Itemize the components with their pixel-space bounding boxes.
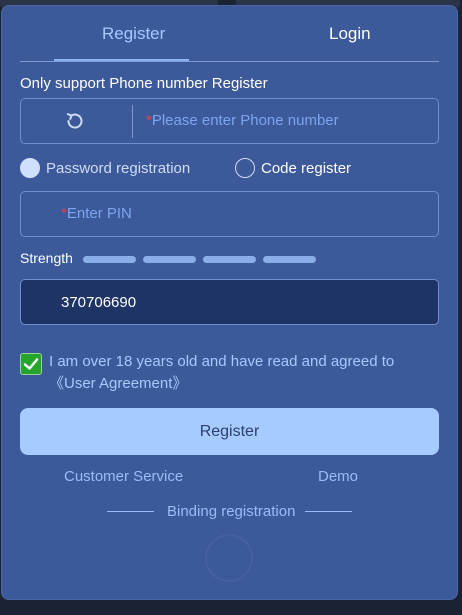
loading-spinner-icon [205, 534, 253, 582]
tab-register[interactable]: Register [102, 24, 165, 44]
radio-code-register[interactable] [235, 158, 255, 178]
pin-input-placeholder[interactable]: *Enter PIN [61, 205, 132, 222]
binding-divider-left [107, 511, 154, 512]
tab-login[interactable]: Login [329, 24, 371, 44]
registration-mode-radios: Password registration Code register [20, 156, 440, 180]
radio-label-code[interactable]: Code register [261, 160, 351, 177]
tabs-divider [20, 61, 439, 62]
phone-only-notice: Only support Phone number Register [20, 75, 268, 92]
binding-divider-right [305, 511, 352, 512]
agreement-text[interactable]: I am over 18 years old and have read and… [49, 351, 444, 395]
register-button[interactable]: Register [20, 408, 439, 455]
pin-field[interactable]: *Enter PIN [20, 191, 439, 237]
strength-segment [203, 256, 256, 263]
strength-segment [83, 256, 136, 263]
phone-placeholder-text: Please enter Phone number [151, 112, 339, 129]
code-field[interactable]: 370706690 [20, 279, 439, 325]
code-input-value[interactable]: 370706690 [61, 294, 136, 311]
binding-registration-link[interactable]: Binding registration [167, 503, 295, 520]
strength-segment [143, 256, 196, 263]
radio-label-password[interactable]: Password registration [46, 160, 190, 177]
phone-field[interactable]: *Please enter Phone number [20, 98, 439, 144]
auth-tabs: Register Login [2, 6, 459, 62]
customer-service-link[interactable]: Customer Service [64, 468, 183, 485]
radio-password-registration[interactable] [20, 158, 40, 178]
demo-link[interactable]: Demo [318, 468, 358, 485]
agreement-checkbox[interactable] [20, 353, 42, 375]
phone-input-placeholder[interactable]: *Please enter Phone number [146, 112, 339, 129]
refresh-icon[interactable] [63, 109, 87, 133]
strength-label: Strength [20, 250, 73, 266]
strength-segment [263, 256, 316, 263]
check-icon [23, 358, 39, 370]
pin-placeholder-text: Enter PIN [66, 205, 132, 222]
register-panel: Register Login Only support Phone number… [1, 5, 458, 600]
phone-separator [132, 105, 133, 138]
